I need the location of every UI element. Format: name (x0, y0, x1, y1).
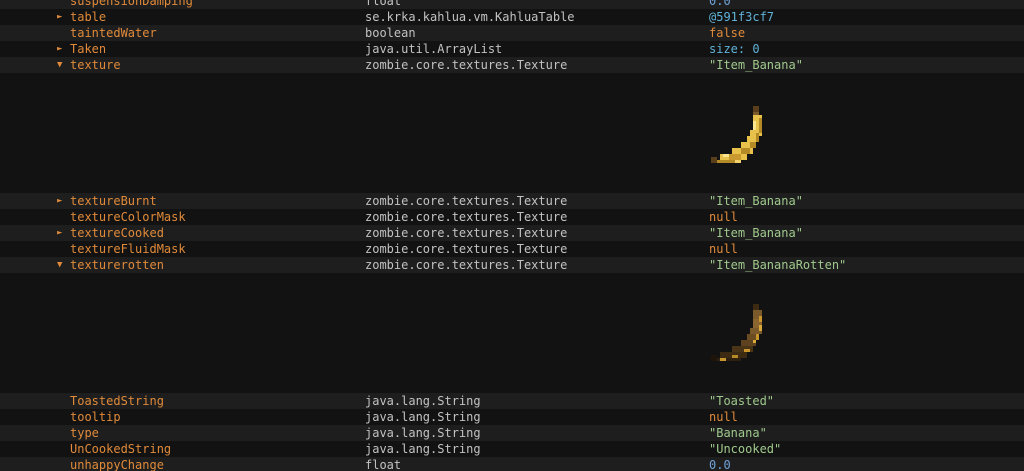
field-type: java.lang.String (365, 410, 481, 424)
field-value: null (709, 242, 738, 256)
table-row[interactable]: UnCookedString java.lang.String "Uncooke… (0, 441, 1024, 457)
table-row[interactable]: textureFluidMask zombie.core.textures.Te… (0, 241, 1024, 257)
field-value: size: 0 (709, 42, 760, 56)
field-name: taintedWater (70, 26, 157, 40)
expand-arrow-icon[interactable]: ► (57, 193, 62, 209)
collapse-arrow-icon[interactable]: ▼ (57, 57, 62, 73)
field-value: "Toasted" (709, 394, 775, 408)
field-value: "Uncooked" (709, 442, 782, 456)
texture-preview (0, 273, 1024, 393)
table-row[interactable]: unhappyChange float 0.0 (0, 457, 1024, 471)
field-value: null (709, 410, 738, 424)
field-type: boolean (365, 26, 416, 40)
table-row[interactable]: suspensionDamping float 0.0 (0, 0, 1024, 9)
field-name: table (70, 10, 107, 24)
field-type: zombie.core.textures.Texture (365, 258, 568, 272)
rotten-banana-sprite-icon (711, 304, 762, 361)
field-type: java.util.ArrayList (365, 42, 503, 56)
field-name: suspensionDamping (70, 0, 193, 8)
table-row[interactable]: ► textureBurnt zombie.core.textures.Text… (0, 193, 1024, 209)
field-name: ToastedString (70, 394, 164, 408)
field-type: zombie.core.textures.Texture (365, 226, 568, 240)
field-type: se.krka.kahlua.vm.KahluaTable (365, 10, 575, 24)
banana-sprite-icon (711, 106, 762, 163)
table-row[interactable]: textureColorMask zombie.core.textures.Te… (0, 209, 1024, 225)
field-value: "Item_Banana" (709, 58, 803, 72)
field-value: "Item_Banana" (709, 226, 803, 240)
table-row[interactable]: ► textureCooked zombie.core.textures.Tex… (0, 225, 1024, 241)
field-value: null (709, 210, 738, 224)
field-name: textureColorMask (70, 210, 186, 224)
texture-preview (0, 73, 1024, 193)
expand-arrow-icon[interactable]: ► (57, 41, 62, 57)
field-name: textureCooked (70, 226, 164, 240)
field-name: textureFluidMask (70, 242, 186, 256)
field-value: @591f3cf7 (709, 10, 775, 24)
field-name: tooltip (70, 410, 121, 424)
table-row[interactable]: ► table se.krka.kahlua.vm.KahluaTable @5… (0, 9, 1024, 25)
table-row[interactable]: taintedWater boolean false (0, 25, 1024, 41)
field-name: texturerotten (70, 258, 164, 272)
object-inspector: suspensionDamping float 0.0 ► table se.k… (0, 0, 1024, 471)
field-type: zombie.core.textures.Texture (365, 58, 568, 72)
field-name: UnCookedString (70, 442, 172, 456)
field-value: 0.0 (709, 0, 731, 8)
field-value: "Banana" (709, 426, 767, 440)
field-value: "Item_BananaRotten" (709, 258, 847, 272)
table-row[interactable]: ▼ texture zombie.core.textures.Texture "… (0, 57, 1024, 73)
field-name: type (70, 426, 99, 440)
table-row[interactable]: ▼ texturerotten zombie.core.textures.Tex… (0, 257, 1024, 273)
field-name: textureBurnt (70, 194, 157, 208)
inspector-table: suspensionDamping float 0.0 ► table se.k… (0, 0, 1024, 471)
expand-arrow-icon[interactable]: ► (57, 9, 62, 25)
field-type: java.lang.String (365, 442, 481, 456)
table-row[interactable]: ToastedString java.lang.String "Toasted" (0, 393, 1024, 409)
field-type: zombie.core.textures.Texture (365, 242, 568, 256)
field-type: java.lang.String (365, 394, 481, 408)
table-row[interactable]: type java.lang.String "Banana" (0, 425, 1024, 441)
field-value: "Item_Banana" (709, 194, 803, 208)
expand-arrow-icon[interactable]: ► (57, 225, 62, 241)
field-type: java.lang.String (365, 426, 481, 440)
field-name: unhappyChange (70, 458, 164, 471)
collapse-arrow-icon[interactable]: ▼ (57, 257, 62, 273)
field-type: float (365, 0, 402, 8)
field-name: Taken (70, 42, 107, 56)
field-type: float (365, 458, 402, 471)
field-value: false (709, 26, 746, 40)
field-type: zombie.core.textures.Texture (365, 210, 568, 224)
field-type: zombie.core.textures.Texture (365, 194, 568, 208)
table-row[interactable]: ► Taken java.util.ArrayList size: 0 (0, 41, 1024, 57)
field-value: 0.0 (709, 458, 731, 471)
field-name: texture (70, 58, 121, 72)
table-row[interactable]: tooltip java.lang.String null (0, 409, 1024, 425)
